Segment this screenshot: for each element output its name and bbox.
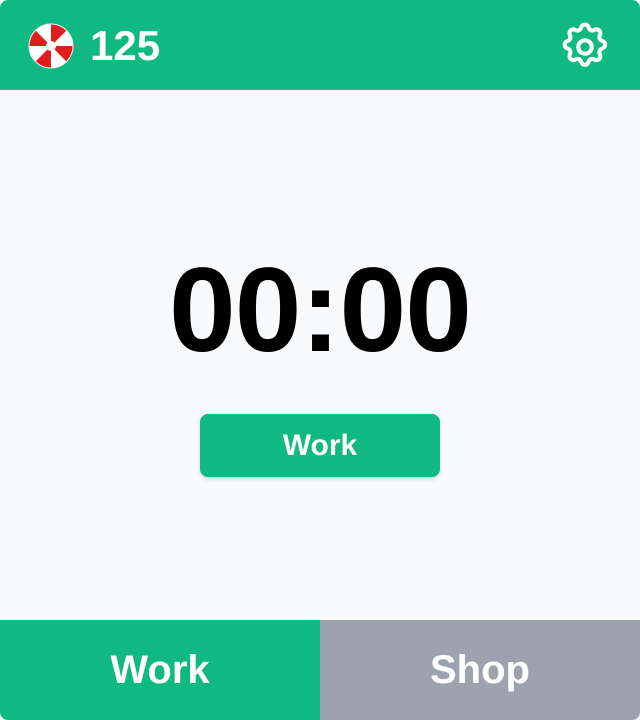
tab-work[interactable]: Work bbox=[0, 620, 320, 720]
timer-display: 00:00 bbox=[169, 243, 472, 377]
gear-icon bbox=[562, 22, 608, 67]
settings-button[interactable] bbox=[558, 20, 612, 74]
bottom-tabs: Work Shop bbox=[0, 620, 640, 720]
candy-count: 125 bbox=[90, 22, 161, 69]
timer-panel: 00:00 Work bbox=[0, 90, 640, 620]
header-bar: 125 bbox=[0, 0, 640, 90]
tab-shop[interactable]: Shop bbox=[320, 620, 640, 720]
peppermint-candy-icon bbox=[28, 23, 74, 69]
app-window: 125 00:00 Work Work Shop bbox=[0, 0, 640, 720]
start-work-button[interactable]: Work bbox=[200, 414, 440, 477]
